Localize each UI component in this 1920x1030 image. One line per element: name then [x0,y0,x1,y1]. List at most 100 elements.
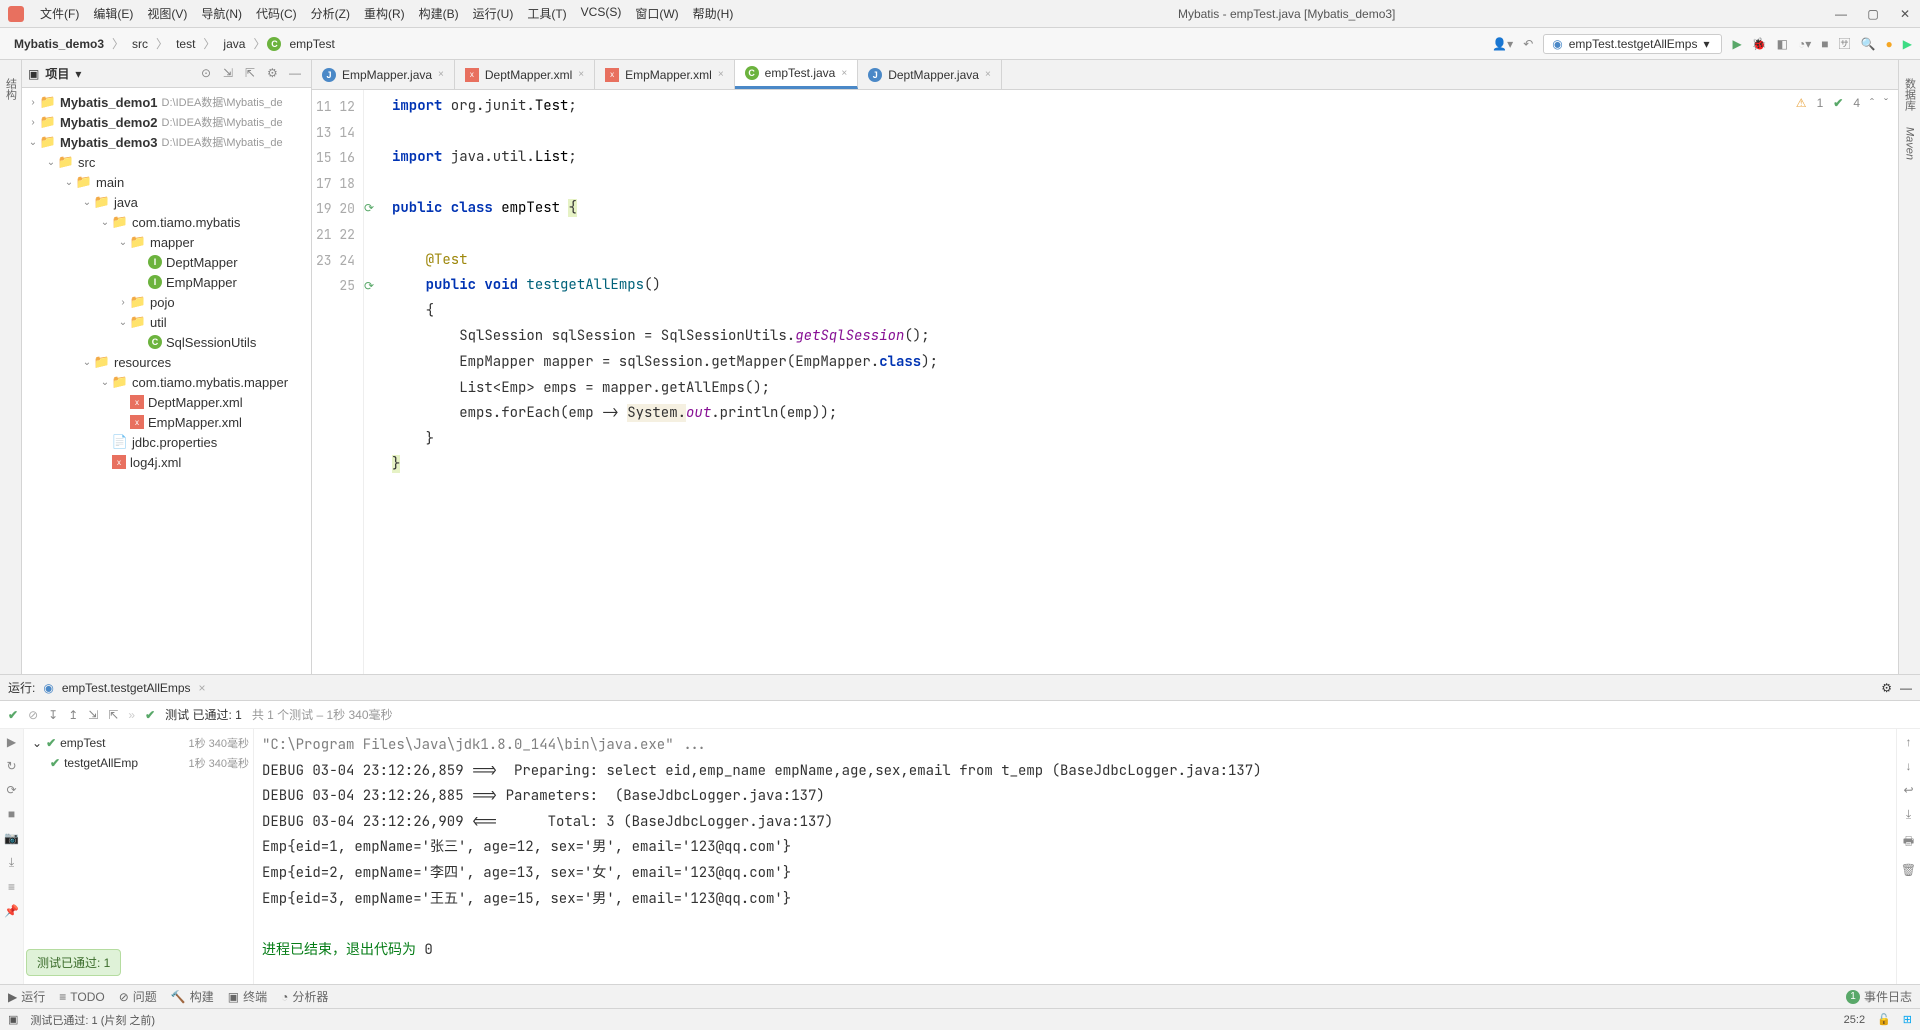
menu-build[interactable]: 构建(B) [413,3,465,24]
inspection-widget[interactable]: ⚠1 ✔4 ˆˇ [1796,96,1888,110]
locate-icon[interactable]: ⊙ [201,66,217,82]
rerun-icon[interactable]: ▶ [7,735,16,749]
build-tool-button[interactable]: 🔨 构建 [171,988,214,1005]
eventlog-tool-button[interactable]: 1 事件日志 [1846,988,1912,1005]
stop-icon[interactable]: ■ [1821,37,1828,51]
crumb-root[interactable]: Mybatis_demo3 [8,35,110,53]
structure-tool-button[interactable]: 结构 [3,70,19,108]
console-output[interactable]: "C:\Program Files\Java\jdk1.8.0_144\bin\… [254,729,1896,984]
menu-help[interactable]: 帮助(H) [687,3,740,24]
expand-icon[interactable]: ⇲ [223,66,239,82]
pin-icon[interactable]: 📌 [4,904,19,918]
profiler-tool-button[interactable]: ◔ 分析器 [281,988,328,1005]
tab-deptmapper-xml[interactable]: xDeptMapper.xml× [455,60,595,89]
menu-edit[interactable]: 编辑(E) [87,3,139,24]
status-window-icon[interactable]: ▣ [8,1013,18,1026]
maven-tool-button[interactable]: Maven [1904,119,1916,168]
clear-icon[interactable]: 🗑 [1901,863,1916,877]
window-title: Mybatis - empTest.java [Mybatis_demo3] [739,7,1834,21]
chevron-down-icon: ▾ [1703,37,1709,51]
expand-all-icon[interactable]: ⇲ [88,708,98,722]
sort2-icon[interactable]: ↥ [68,708,78,722]
maximize-icon[interactable]: ▢ [1866,7,1880,21]
print-icon[interactable]: 🖶 [1903,832,1914,853]
hide-icon[interactable]: — [289,66,305,82]
collapse-all-icon[interactable]: ⇱ [108,708,118,722]
menu-refactor[interactable]: 重构(R) [358,3,411,24]
terminal-tool-button[interactable]: ▣ 终端 [228,988,267,1005]
debug-button-icon[interactable]: 🐞 [1752,37,1767,51]
translate-icon[interactable]: 🈂 [1839,35,1851,52]
gear-icon[interactable]: ⚙ [267,66,283,82]
status-message: 测试已通过: 1 (片刻 之前) [30,1012,155,1028]
scroll-down-icon[interactable]: ↓ [1906,759,1912,773]
dump-icon[interactable]: 📷 [4,831,19,845]
database-tool-button[interactable]: 数据库 [1902,70,1918,119]
menu-window[interactable]: 窗口(W) [629,3,684,24]
todo-tool-button[interactable]: ≡ TODO [59,990,104,1004]
search-icon[interactable]: 🔍 [1861,37,1876,51]
chevron-down-icon[interactable]: ▾ [75,67,81,81]
test-summary-tail: 共 1 个测试 – 1秒 340毫秒 [252,706,393,723]
minimize-icon[interactable]: — [1834,7,1848,21]
test-tree[interactable]: ⌄✔empTest1秒 340毫秒 ✔testgetAllEmp1秒 340毫秒 [24,729,254,984]
problems-tool-button[interactable]: ⊘ 问题 [119,988,157,1005]
tab-deptmapper-java[interactable]: JDeptMapper.java× [858,60,1002,89]
menu-analyze[interactable]: 分析(Z) [305,3,356,24]
run-gear-icon[interactable]: ⚙ [1881,681,1892,695]
run-tool-button[interactable]: ▶ 运行 [8,988,45,1005]
add-config-icon[interactable]: 👤▾ [1492,37,1513,51]
test-pass-icon[interactable]: ✔ [8,708,18,722]
tab-empmapper-java[interactable]: JEmpMapper.java× [312,60,455,89]
rerun-failed-icon[interactable]: ↻ [6,759,16,773]
crumb-src[interactable]: src [126,35,154,53]
profile-icon[interactable]: ◔▾ [1798,37,1811,51]
tab-empmapper-xml[interactable]: xEmpMapper.xml× [595,60,735,89]
run-button-icon[interactable]: ▶ [1732,37,1741,51]
menu-code[interactable]: 代码(C) [250,3,303,24]
run-config-selector[interactable]: ◉ empTest.testgetAllEmps ▾ [1543,34,1722,54]
run-tab-close-icon[interactable]: × [199,681,206,695]
ide-features-icon[interactable]: ▶ [1903,37,1912,51]
code-editor[interactable]: ⚠1 ✔4 ˆˇ 11 12 13 14 15 16 17 18 19 20 2… [312,90,1898,674]
line-numbers: 11 12 13 14 15 16 17 18 19 20 21 22 23 2… [312,90,364,674]
menu-navigate[interactable]: 导航(N) [195,3,248,24]
menu-file[interactable]: 文件(F) [34,3,85,24]
export-icon[interactable]: ⤓ [9,855,14,870]
run-left-actions: ▶ ↻ ⟳ ■ 📷 ⤓ ≡ 📌 [0,729,24,984]
history-icon[interactable]: ≡ [8,880,15,894]
project-scope-icon[interactable]: ▣ [28,67,39,81]
test-fail-icon[interactable]: ⊘ [28,708,38,722]
updates-icon[interactable]: ● [1886,37,1893,51]
left-toolwindow-bar: 结构 [0,60,22,674]
tab-emptest-java[interactable]: CempTest.java× [735,60,859,89]
run-class-gutter-icon[interactable]: ⟳ [364,201,374,215]
gutter-icons[interactable]: ⟳⟳ [364,90,384,674]
menu-vcs[interactable]: VCS(S) [575,3,628,24]
run-test-gutter-icon[interactable]: ⟳ [364,279,374,293]
editor-area: JEmpMapper.java× xDeptMapper.xml× xEmpMa… [312,60,1898,674]
crumb-java[interactable]: java [217,35,251,53]
status-encoding-icon[interactable]: 🔓 [1877,1013,1891,1026]
toggle-autotest-icon[interactable]: ⟳ [6,783,16,797]
caret-position[interactable]: 25:2 [1844,1014,1865,1026]
run-hide-icon[interactable]: — [1900,681,1912,695]
menu-run[interactable]: 运行(U) [467,3,520,24]
run-config-name: empTest.testgetAllEmps [62,681,191,695]
run-tool-window: 运行: ◉ empTest.testgetAllEmps × ⚙ — ✔ ⊘ ↧… [0,674,1920,984]
close-icon[interactable]: ✕ [1898,7,1912,21]
sort-icon[interactable]: ↧ [48,708,58,722]
stop-run-icon[interactable]: ■ [8,807,15,821]
crumb-test[interactable]: test [170,35,201,53]
soft-wrap-icon[interactable]: ↩ [1903,783,1913,797]
menu-view[interactable]: 视图(V) [141,3,193,24]
crumb-class[interactable]: empTest [283,35,340,53]
scroll-end-icon[interactable]: ⤓ [1906,807,1911,822]
menu-tools[interactable]: 工具(T) [521,3,572,24]
back-icon[interactable]: ↶ [1523,37,1533,51]
coverage-icon[interactable]: ◧ [1777,37,1788,51]
project-tree[interactable]: ›📁Mybatis_demo1D:\IDEA数据\Mybatis_de ›📁My… [22,88,311,674]
scroll-up-icon[interactable]: ↑ [1906,735,1912,749]
main-menu: 文件(F) 编辑(E) 视图(V) 导航(N) 代码(C) 分析(Z) 重构(R… [34,3,739,24]
collapse-icon[interactable]: ⇱ [245,66,261,82]
